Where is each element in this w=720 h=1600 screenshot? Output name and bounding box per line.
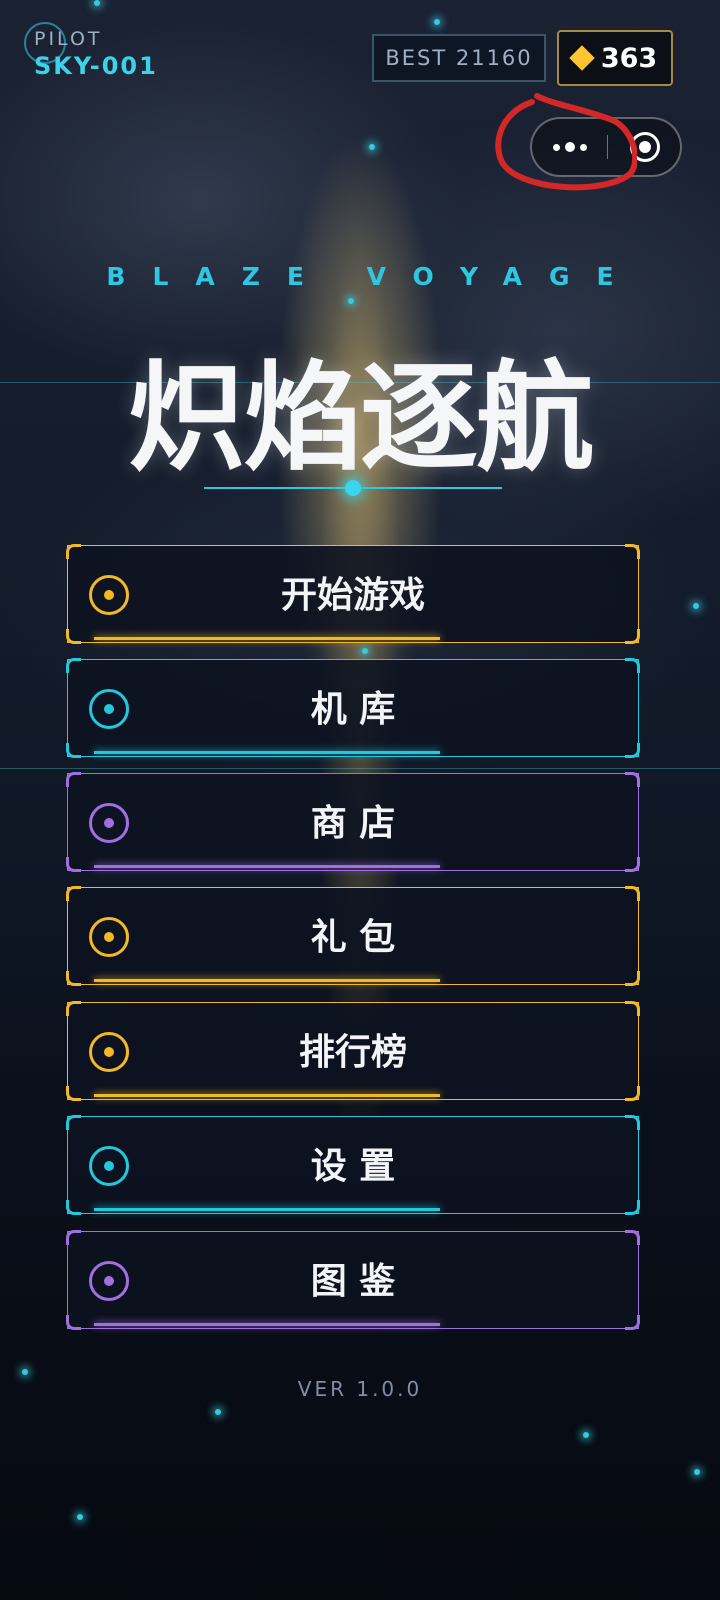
coin-counter[interactable]: 363	[557, 30, 673, 86]
star-particle	[434, 19, 440, 25]
menu-label: 设 置	[310, 1146, 396, 1187]
leaderboard-button[interactable]: 排行榜	[66, 1001, 640, 1101]
divider-glow-dot	[345, 480, 361, 496]
coin-value: 363	[600, 42, 658, 74]
red-annotation-circle	[495, 93, 637, 191]
start-game-button[interactable]: 开始游戏	[66, 544, 640, 644]
star-particle	[693, 603, 699, 609]
button-underline	[94, 1208, 440, 1211]
button-underline	[94, 751, 440, 754]
game-subtitle: BLAZE VOYAGE	[106, 262, 641, 291]
star-particle	[583, 1432, 589, 1438]
menu-label: 开始游戏	[280, 575, 425, 616]
pilot-info: PILOT SKY-001	[24, 22, 158, 80]
light-band	[0, 768, 720, 769]
button-underline	[94, 865, 440, 868]
star-particle	[348, 298, 354, 304]
codex-button[interactable]: 图 鉴	[66, 1230, 640, 1330]
menu-label: 排行榜	[298, 1032, 407, 1073]
star-particle	[369, 144, 375, 150]
gift-pack-button[interactable]: 礼 包	[66, 886, 640, 986]
button-underline	[94, 637, 440, 640]
game-title: 炽焰逐航	[127, 349, 594, 487]
diamond-icon	[569, 45, 595, 71]
star-particle	[77, 1514, 83, 1520]
menu-label: 礼 包	[310, 917, 396, 958]
star-particle	[94, 0, 100, 6]
star-particle	[694, 1469, 700, 1475]
button-underline	[94, 1323, 440, 1326]
menu-label: 商 店	[310, 803, 396, 844]
button-underline	[94, 979, 440, 982]
star-particle	[22, 1369, 28, 1375]
best-score-badge: BEST 21160	[372, 34, 546, 82]
shop-button[interactable]: 商 店	[66, 772, 640, 872]
settings-button[interactable]: 设 置	[66, 1115, 640, 1215]
button-underline	[94, 1094, 440, 1097]
menu-label: 机 库	[310, 689, 396, 730]
star-particle	[215, 1409, 221, 1415]
menu-label: 图 鉴	[310, 1261, 396, 1302]
pilot-badge-icon	[24, 22, 66, 64]
star-particle	[362, 648, 368, 654]
hangar-button[interactable]: 机 库	[66, 658, 640, 758]
version-label: VER 1.0.0	[297, 1377, 423, 1401]
